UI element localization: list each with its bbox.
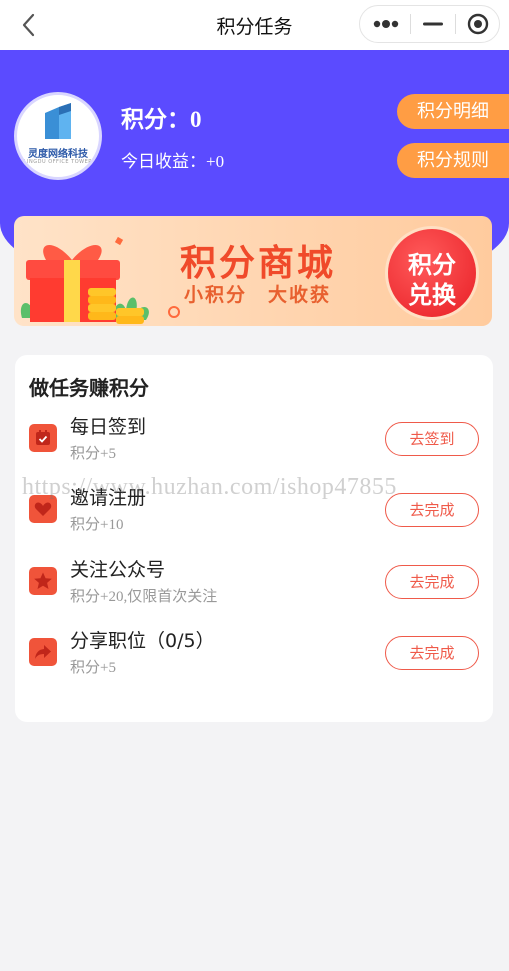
building-logo-icon (45, 103, 71, 139)
sign-in-button[interactable]: 去签到 (385, 422, 479, 456)
task-row: 每日签到 积分+5 去签到 (15, 412, 493, 468)
banner-title: 积分商城 (180, 243, 337, 284)
avatar: 灵度网络科技 LINGDU OFFICE TOWER (14, 92, 102, 180)
banner-subtitle: 小积分 大收获 (184, 284, 332, 306)
tasks-card: 做任务赚积分 每日签到 积分+5 去签到 邀请注册 积分+10 去完成 关注公众… (15, 355, 493, 722)
tasks-title: 做任务赚积分 (29, 376, 149, 400)
points-value: 0 (190, 107, 202, 132)
mini-program-capsule (359, 5, 500, 43)
task-reward: 积分+5 (70, 446, 116, 462)
invite-complete-button[interactable]: 去完成 (385, 493, 479, 527)
share-complete-button[interactable]: 去完成 (385, 636, 479, 670)
points-detail-button[interactable]: 积分明细 (397, 94, 509, 129)
today-income: 今日收益：+0 (121, 147, 224, 172)
heart-icon (29, 495, 57, 523)
exchange-badge[interactable]: 积分 兑换 (388, 229, 476, 317)
gift-box-icon (20, 236, 180, 324)
close-target-icon[interactable] (456, 6, 500, 42)
more-icon[interactable] (360, 6, 410, 42)
task-name: 每日签到 (70, 416, 147, 438)
points-mall-banner[interactable]: 积分商城 小积分 大收获 积分 兑换 (14, 216, 492, 326)
follow-complete-button[interactable]: 去完成 (385, 565, 479, 599)
avatar-company-sub: LINGDU OFFICE TOWER (23, 159, 93, 165)
minimize-icon[interactable] (411, 6, 455, 42)
points-label: 积分： (121, 107, 190, 133)
income-label: 今日收益： (121, 152, 206, 172)
task-name: 邀请注册 (70, 487, 147, 509)
task-reward: 积分+10 (70, 517, 124, 533)
task-row: 分享职位（0/5） 积分+5 去完成 (15, 626, 493, 682)
income-value: +0 (206, 152, 225, 171)
task-reward: 积分+5 (70, 660, 116, 676)
share-icon (29, 638, 57, 666)
points-rules-button[interactable]: 积分规则 (397, 143, 509, 178)
points-total: 积分：0 (121, 100, 202, 134)
avatar-company-name: 灵度网络科技 (28, 149, 88, 160)
star-icon (29, 567, 57, 595)
calendar-check-icon (29, 424, 57, 452)
nav-bar: 积分任务 (0, 0, 509, 50)
exchange-badge-line2: 兑换 (408, 281, 456, 309)
task-row: 邀请注册 积分+10 去完成 (15, 483, 493, 539)
task-name: 分享职位（0/5） (70, 630, 215, 652)
task-reward: 积分+20,仅限首次关注 (70, 589, 218, 605)
task-name: 关注公众号 (70, 559, 166, 581)
task-row: 关注公众号 积分+20,仅限首次关注 去完成 (15, 555, 493, 611)
